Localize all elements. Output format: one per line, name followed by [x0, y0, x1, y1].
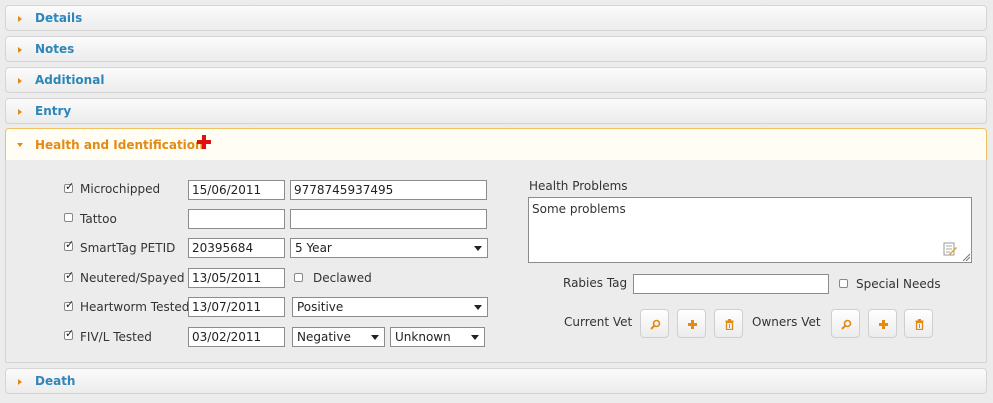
plus-icon [688, 320, 697, 329]
section-additional-header[interactable]: Additional [5, 67, 987, 93]
edit-note-icon[interactable] [943, 242, 957, 256]
triangle-right-icon [18, 16, 22, 22]
heartworm-label: Heartworm Tested [80, 300, 190, 314]
fiv-result-value: Negative [297, 330, 351, 344]
fiv-checkbox[interactable] [64, 327, 74, 340]
triangle-right-icon [18, 78, 22, 84]
section-notes-header[interactable]: Notes [5, 36, 987, 62]
fiv-label: FIV/L Tested [80, 330, 152, 344]
search-icon [650, 319, 661, 330]
red-cross-icon [197, 135, 211, 149]
section-health-header[interactable]: Health and Identification [5, 128, 987, 161]
trash-icon [915, 319, 924, 330]
owners-vet-label: Owners Vet [752, 315, 821, 329]
current-vet-add-button[interactable] [677, 309, 706, 338]
microchipped-checkbox[interactable] [64, 180, 74, 193]
heartworm-result-value: Positive [297, 300, 344, 314]
section-notes-label: Notes [35, 42, 75, 56]
tattoo-date-input[interactable] [188, 209, 285, 229]
section-additional-label: Additional [35, 73, 105, 87]
smarttag-type-value: 5 Year [295, 241, 332, 255]
triangle-right-icon [18, 47, 22, 53]
trash-icon [725, 319, 734, 330]
health-problems-textarea[interactable]: Some problems [528, 197, 972, 263]
tattoo-label: Tattoo [80, 212, 117, 226]
section-details-label: Details [35, 11, 83, 25]
owners-vet-search-button[interactable] [831, 309, 860, 338]
dropdown-arrow-icon [474, 246, 482, 251]
section-death-header[interactable]: Death [5, 368, 987, 394]
current-vet-label: Current Vet [564, 315, 633, 329]
section-health-label: Health and Identification [35, 138, 204, 152]
section-entry-label: Entry [35, 104, 72, 118]
search-icon [841, 319, 852, 330]
microchipped-label: Microchipped [80, 182, 161, 196]
owners-vet-add-button[interactable] [868, 309, 897, 338]
smarttag-id-input[interactable]: 20395684 [188, 238, 285, 258]
smarttag-checkbox[interactable] [64, 238, 74, 251]
triangle-right-icon [18, 379, 22, 385]
fiv-result-select[interactable]: Negative [292, 327, 385, 347]
heartworm-result-select[interactable]: Positive [292, 297, 488, 317]
heartworm-date-input[interactable]: 13/07/2011 [188, 297, 285, 317]
neutered-label: Neutered/Spayed [80, 271, 185, 285]
fiv-result2-value: Unknown [395, 330, 451, 344]
microchip-date-input[interactable]: 15/06/2011 [188, 180, 285, 200]
neutered-date-input[interactable]: 13/05/2011 [188, 268, 285, 288]
resize-grip-icon[interactable] [962, 253, 970, 261]
rabies-tag-input[interactable] [633, 274, 829, 294]
tattoo-checkbox[interactable] [64, 213, 73, 222]
special-needs-label: Special Needs [856, 277, 941, 291]
fiv-date-input[interactable]: 03/02/2011 [188, 327, 285, 347]
section-death-label: Death [35, 374, 76, 388]
current-vet-delete-button[interactable] [714, 309, 743, 338]
heartworm-checkbox[interactable] [64, 298, 74, 311]
declawed-checkbox[interactable] [294, 273, 303, 282]
dropdown-arrow-icon [474, 305, 482, 310]
section-details-header[interactable]: Details [5, 5, 987, 31]
plus-icon [879, 320, 888, 329]
dropdown-arrow-icon [471, 335, 479, 340]
special-needs-checkbox[interactable] [839, 279, 848, 288]
health-problems-value: Some problems [532, 202, 626, 216]
health-problems-label: Health Problems [529, 179, 628, 193]
microchip-number-input[interactable]: 9778745937495 [290, 180, 487, 200]
triangle-right-icon [18, 109, 22, 115]
smarttag-label: SmartTag PETID [80, 241, 176, 255]
fiv-result2-select[interactable]: Unknown [390, 327, 485, 347]
current-vet-search-button[interactable] [640, 309, 669, 338]
smarttag-type-select[interactable]: 5 Year [290, 238, 488, 258]
owners-vet-delete-button[interactable] [904, 309, 933, 338]
dropdown-arrow-icon [371, 335, 379, 340]
triangle-down-icon [17, 143, 23, 147]
neutered-checkbox[interactable] [64, 269, 74, 282]
tattoo-number-input[interactable] [290, 209, 487, 229]
rabies-tag-label: Rabies Tag [563, 276, 628, 290]
declawed-label: Declawed [313, 271, 372, 285]
section-entry-header[interactable]: Entry [5, 98, 987, 124]
health-panel: Microchipped 15/06/2011 9778745937495 Ta… [5, 160, 987, 363]
